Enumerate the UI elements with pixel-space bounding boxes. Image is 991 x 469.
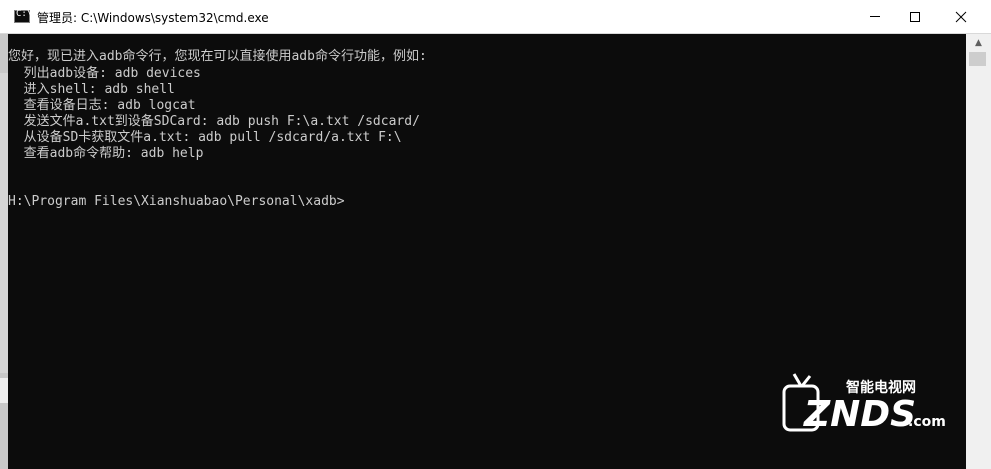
terminal-line: 查看设备日志: adb logcat bbox=[8, 98, 196, 113]
terminal-line: 列出adb设备: adb devices bbox=[8, 66, 201, 81]
znds-watermark: 智能电视网 ZNDS .com bbox=[782, 373, 946, 435]
tv-antenna bbox=[792, 373, 803, 387]
terminal-line: 查看adb命令帮助: adb help bbox=[8, 146, 204, 161]
maximize-button[interactable] bbox=[892, 0, 938, 33]
watermark-brand-text: ZNDS bbox=[803, 394, 916, 435]
cmd-icon[interactable]: C:\ bbox=[14, 9, 32, 23]
watermark-domain-text: .com bbox=[908, 414, 946, 430]
terminal-prompt[interactable]: H:\Program Files\Xianshuabao\Personal\xa… bbox=[8, 194, 345, 210]
terminal-line: 进入shell: adb shell bbox=[8, 82, 175, 97]
close-icon bbox=[955, 11, 967, 22]
terminal-line: 发送文件a.txt到设备SDCard: adb push F:\a.txt /s… bbox=[8, 114, 420, 129]
terminal-line: 您好，现已进入adb命令行，您现在可以直接使用adb命令行功能，例如: bbox=[8, 49, 427, 64]
maximize-icon bbox=[910, 11, 920, 22]
vertical-scrollbar[interactable]: ▲ bbox=[966, 34, 991, 469]
cmd-window: C:\ 管理员: C:\Windows\system32\cmd.exe 您好，… bbox=[0, 0, 991, 469]
minimize-icon bbox=[870, 16, 880, 17]
window-title: 管理员: C:\Windows\system32\cmd.exe bbox=[37, 11, 269, 25]
terminal-line: 从设备SD卡获取文件a.txt: adb pull /sdcard/a.txt … bbox=[8, 130, 402, 145]
scrollbar-thumb[interactable] bbox=[969, 52, 986, 66]
chevron-up-icon: ▲ bbox=[975, 37, 982, 48]
close-button[interactable] bbox=[938, 0, 984, 33]
scroll-up-button[interactable]: ▲ bbox=[966, 34, 991, 51]
title-bar[interactable]: C:\ 管理员: C:\Windows\system32\cmd.exe bbox=[0, 0, 991, 34]
